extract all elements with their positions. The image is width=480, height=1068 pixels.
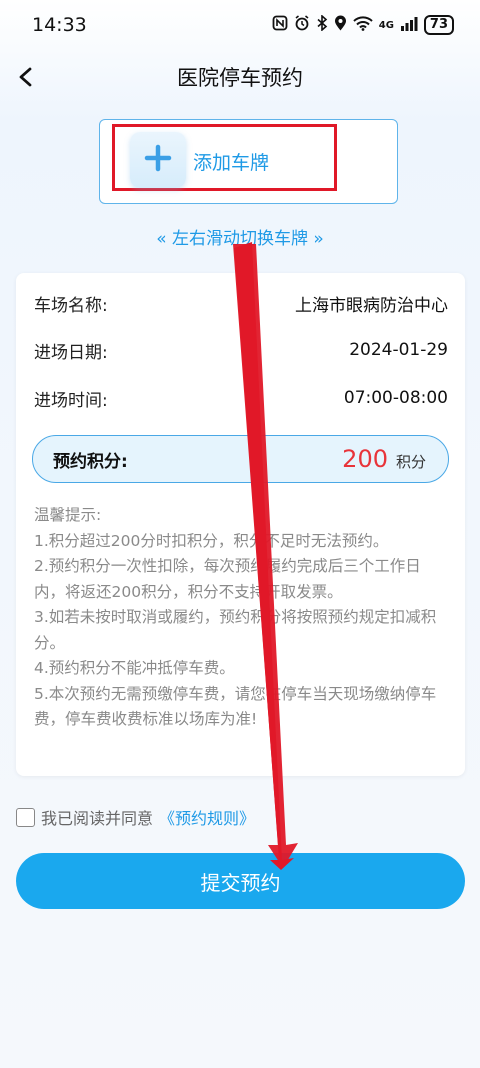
points-label: 预约积分: [53,451,128,472]
agreement-checkbox[interactable] [16,807,35,827]
reservation-points-box: 预约积分: 200 积分 [32,435,449,483]
points-value: 200 [342,445,388,473]
points-unit: 积分 [395,453,426,471]
add-plate-label[interactable]: 添加车牌 [193,148,269,175]
battery-indicator: 73 [423,15,454,35]
signal-icon [400,16,418,35]
status-time: 14:33 [32,14,87,36]
status-bar: 14:33 4G 73 [0,0,480,50]
nav-bar: 医院停车预约 [0,52,480,102]
info-value: 上海市眼病防治中心 [295,295,448,316]
tip-line: 4.预约积分不能冲抵停车费。 [34,659,235,677]
swipe-plate-hint: « 左右滑动切换车牌 » [156,229,324,249]
info-row-entry-time: 进场时间: 07:00-08:00 [34,383,448,413]
back-arrow-icon[interactable] [12,60,42,94]
wifi-icon [353,15,373,35]
info-row-entry-date: 进场日期: 2024-01-29 [34,335,448,365]
info-value: 07:00-08:00 [343,388,448,408]
tip-line: 5.本次预约无需预缴停车费，请您在停车当天现场缴纳停车费，停车费收费标准以场库为… [34,684,437,729]
agreement-row: 我已阅读并同意 《预约规则》 [16,804,255,830]
add-plate-button[interactable] [130,132,186,188]
info-row-parking-lot: 车场名称: 上海市眼病防治中心 [34,288,448,318]
alarm-icon [294,15,310,35]
reservation-rules-link[interactable]: 《预约规则》 [159,805,255,829]
agreement-text: 我已阅读并同意 [41,809,154,828]
tip-line: 1.积分超过200分时扣积分，积分不足时无法预约。 [34,531,389,550]
submit-reservation-button[interactable]: 提交预约 [16,853,465,909]
location-icon [334,15,347,35]
info-label: 进场日期: [34,342,108,363]
page-title: 医院停车预约 [177,66,303,90]
network-type-label: 4G [378,19,394,31]
bluetooth-icon [316,14,328,35]
info-label: 车场名称: [34,295,108,316]
nfc-icon [272,15,288,35]
tips-title: 温馨提示: [34,506,102,524]
plate-card[interactable]: 添加车牌 [99,119,398,204]
points-amount: 200 积分 [342,445,426,473]
reservation-info-card: 车场名称: 上海市眼病防治中心 进场日期: 2024-01-29 进场时间: 0… [16,273,465,776]
tip-line: 3.如若未按时取消或履约，预约积分将按照预约规定扣减积分。 [34,608,437,652]
info-label: 进场时间: [34,390,108,411]
info-value: 2024-01-29 [349,340,448,360]
status-icons: 4G 73 [272,14,454,35]
tips-section: 温馨提示: 1.积分超过200分时扣积分，积分不足时无法预约。 2.预约积分一次… [34,503,448,733]
plus-icon [143,143,173,177]
tip-line: 2.预约积分一次性扣除，每次预约履约完成后三个工作日内，将返还200积分，积分不… [34,557,421,601]
